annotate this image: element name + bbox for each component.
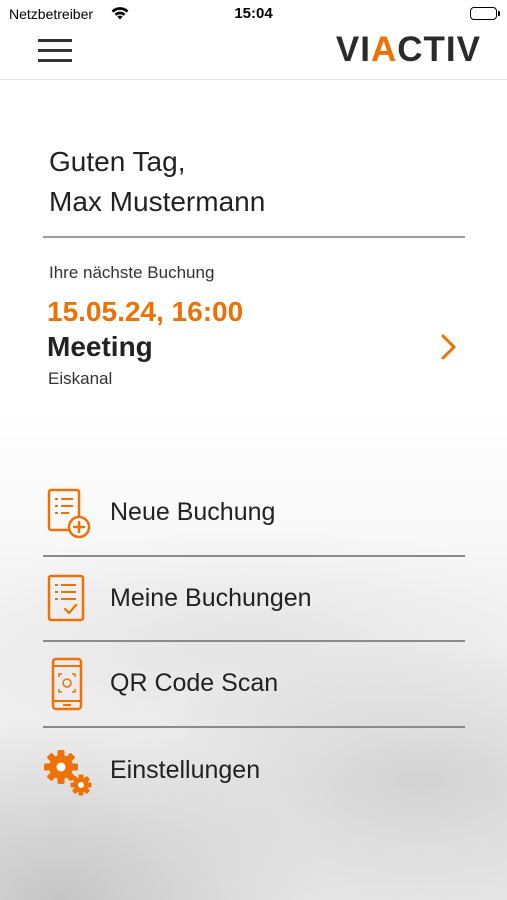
viactiv-logo: VIACTIV [335, 30, 481, 69]
menu-item-label: Neue Buchung [110, 498, 276, 526]
greeting-salutation: Guten Tag, [49, 146, 186, 177]
settings-icon [43, 728, 95, 812]
next-booking-title[interactable]: Meeting [47, 331, 153, 363]
greeting-user-name: Max Mustermann [49, 186, 266, 217]
menu-item-settings[interactable]: Einstellungen [43, 728, 465, 812]
chevron-right-icon[interactable] [436, 332, 462, 362]
main-content: Guten Tag, Max Mustermann Ihre nächste B… [0, 80, 507, 900]
menu-item-label: QR Code Scan [110, 669, 279, 697]
status-time: 15:04 [234, 5, 273, 22]
greeting-divider [43, 236, 465, 238]
menu-item-my-bookings[interactable]: Meine Buchungen [43, 556, 465, 640]
menu-item-new-booking[interactable]: Neue Buchung [43, 470, 465, 554]
next-booking-label: Ihre nächste Buchung [49, 263, 215, 282]
qr-scan-icon [43, 641, 95, 725]
new-booking-icon [43, 470, 95, 554]
my-bookings-icon [43, 556, 95, 640]
battery-icon [470, 7, 500, 20]
next-booking-location[interactable]: Eiskanal [48, 369, 112, 389]
menu-item-label: Meine Buchungen [110, 584, 312, 612]
menu-item-label: Einstellungen [110, 756, 261, 784]
nav-bar: VIACTIV [0, 28, 507, 80]
status-bar: Netzbetreiber 15:04 [0, 0, 507, 28]
hamburger-menu-icon[interactable] [38, 37, 72, 65]
menu-item-qr-code-scan[interactable]: QR Code Scan [43, 641, 465, 725]
next-booking-datetime[interactable]: 15.05.24, 16:00 [47, 296, 243, 328]
greeting: Guten Tag, Max Mustermann [49, 142, 265, 222]
